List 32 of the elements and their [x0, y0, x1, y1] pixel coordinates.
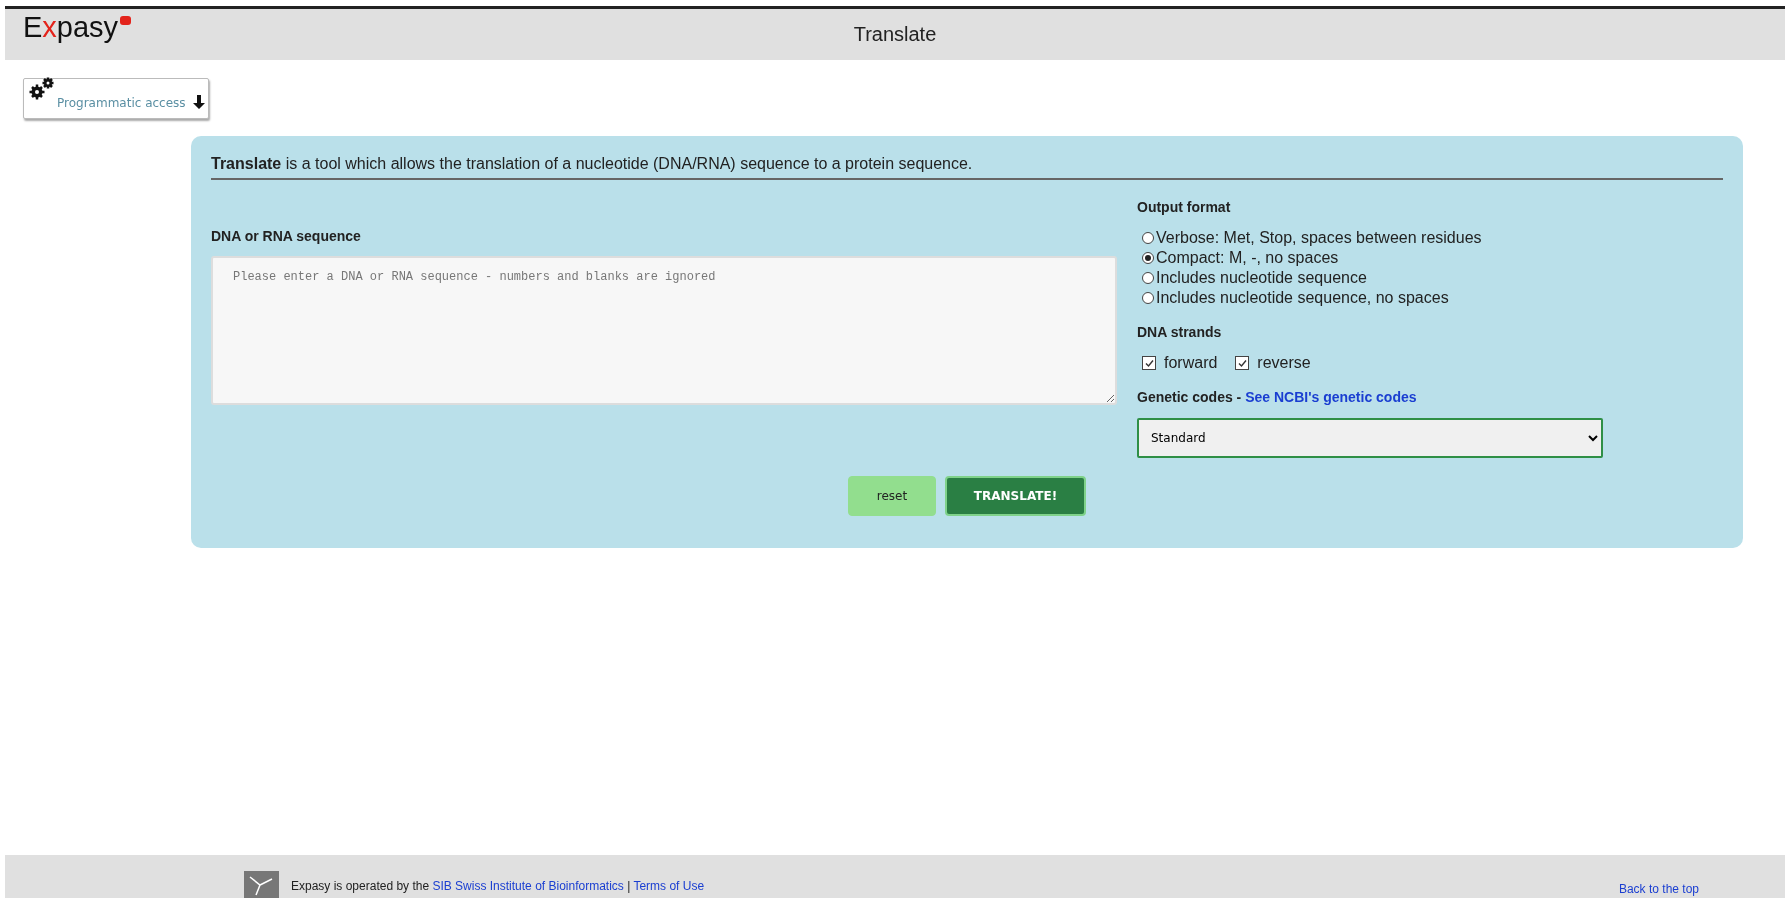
terms-link[interactable]: Terms of Use — [633, 879, 705, 893]
checkbox[interactable] — [1142, 356, 1156, 370]
checkbox[interactable] — [1235, 356, 1250, 370]
radio-label: Verbose: Met, Stop, spaces between residues — [1156, 229, 1482, 247]
page-title: Translate — [853, 23, 937, 46]
radio-button[interactable] — [1142, 232, 1154, 244]
footer-text: Expasy is operated by the SIB Swiss Institute of Bioinformatics | Terms of Use — [291, 879, 705, 893]
sib-link[interactable]: SIB Swiss Institute of Bioinformatics — [432, 879, 624, 893]
logo-badge-icon — [120, 16, 132, 25]
dna-strands-label: DNA strands — [1137, 324, 1223, 340]
logo[interactable]: Expasy — [23, 11, 119, 44]
checkbox-label: forward — [1164, 354, 1218, 372]
intro-text: Translate is a tool which allows the translation of a nucleotide (DNA/RNA) sequence to a protein sequence. — [211, 155, 1723, 180]
radio-button[interactable] — [1142, 292, 1154, 304]
sequence-label: DNA or RNA sequence — [211, 228, 362, 244]
ncbi-link[interactable]: See NCBI's genetic codes — [1245, 389, 1417, 405]
checkbox-label: reverse — [1257, 354, 1311, 372]
translate-button[interactable]: TRANSLATE! — [945, 476, 1086, 516]
radio-button[interactable] — [1142, 252, 1154, 264]
genetic-code-select[interactable]: Standard — [1137, 418, 1603, 458]
gears-icon — [29, 75, 55, 101]
programmatic-access-button[interactable]: Programmatic access — [23, 78, 209, 119]
back-to-top-link[interactable]: Back to the top — [1618, 882, 1699, 896]
radio-label: Compact: M, -, no spaces — [1156, 249, 1339, 267]
reset-button[interactable]: reset — [848, 476, 936, 516]
radio-button[interactable] — [1142, 272, 1154, 284]
genetic-codes-label: Genetic codes - — [1137, 389, 1243, 405]
output-format-label: Output format — [1137, 199, 1232, 215]
radio-label: Includes nucleotide sequence — [1156, 269, 1367, 287]
sequence-field[interactable]: Please enter a DNA or RNA sequence - numbers and blanks are ignored — [211, 256, 1117, 405]
radio-label: Includes nucleotide sequence, no spaces — [1156, 289, 1449, 307]
down-arrow-icon — [191, 94, 206, 110]
